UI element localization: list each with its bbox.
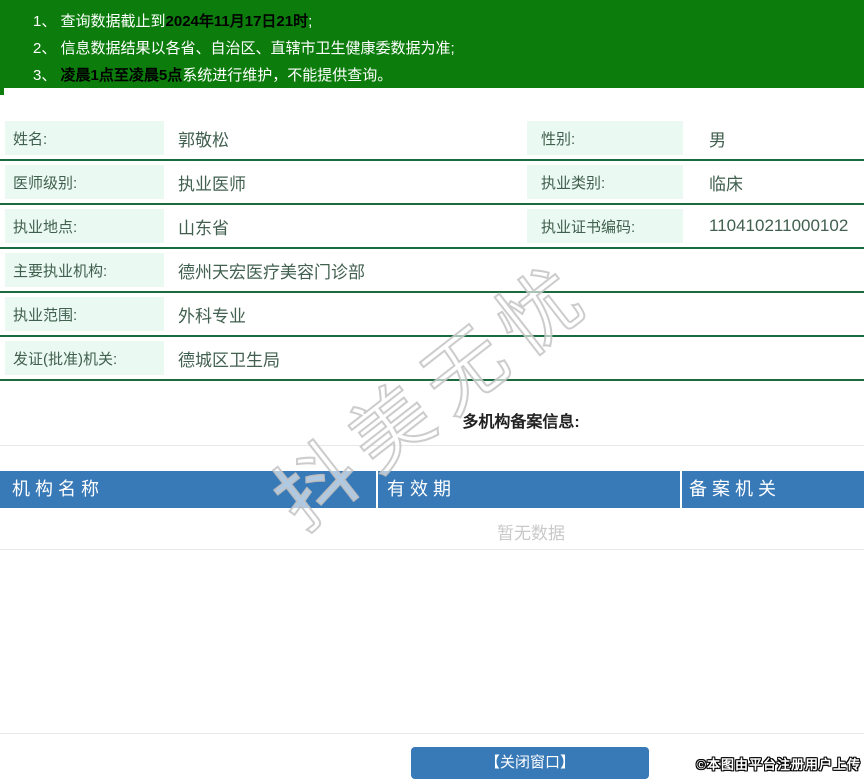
field-label-issuer: 发证(批准)机关: (5, 341, 164, 375)
banner-bold-segment: 凌晨1点至凌晨5点 (60, 67, 183, 84)
field-value-cert-number: 110410211000102 (709, 216, 849, 235)
field-label-scope: 执业范围: (5, 297, 164, 331)
banner-text-segment: 2、 信息数据结果以各省、自治区、直辖市卫生健康委数据为准; (33, 40, 455, 57)
field-value-gender: 男 (709, 130, 726, 150)
filing-col-institution: 机构名称 (0, 471, 376, 508)
close-window-button[interactable]: 【关闭窗口】 (411, 747, 649, 779)
field-label-level: 医师级别: (5, 165, 164, 199)
field-value-location: 山东省 (178, 218, 229, 238)
field-label-name: 姓名: (5, 121, 164, 155)
field-value-name: 郭敬松 (178, 130, 229, 150)
banner-text-segment: 1、 查询数据截止到 (33, 13, 166, 30)
info-row-issuer: 发证(批准)机关: 德城区卫生局 (0, 337, 864, 381)
banner-line-2: 2、 信息数据结果以各省、自治区、直辖市卫生健康委数据为准; (33, 35, 854, 62)
banner-text-segment: ; (308, 13, 313, 30)
field-label-category: 执业类别: (527, 165, 683, 199)
banner-line-1: 1、 查询数据截止到2024年11月17日21时; (33, 8, 854, 35)
banner-text-segment: 3、 (33, 67, 61, 84)
banner-notch (0, 88, 4, 95)
field-value-level: 执业医师 (178, 174, 246, 194)
info-row-location-cert: 执业地点: 山东省 执业证书编码: 110410211000102 (0, 205, 864, 249)
field-label-main-org: 主要执业机构: (5, 253, 164, 287)
banner-text-segment: 系统进行维护，不能提供查询。 (182, 67, 393, 84)
divider (0, 445, 864, 446)
field-value-scope: 外科专业 (178, 306, 246, 326)
divider (0, 733, 864, 734)
field-label-location: 执业地点: (5, 209, 164, 243)
filing-section-title: 多机构备案信息: (462, 414, 580, 431)
filing-col-validity: 有效期 (378, 471, 680, 508)
no-data-text: 暂无数据 (497, 524, 565, 543)
field-value-main-org: 德州天宏医疗美容门诊部 (178, 262, 365, 282)
field-label-gender: 性别: (527, 121, 683, 155)
banner-bold-segment: 2024年11月17日21时 (165, 13, 309, 30)
field-label-cert-number: 执业证书编码: (527, 209, 683, 243)
doctor-info-table: 姓名: 郭敬松 性别: 男 医师级别: 执业医师 执业类别: 临床 执业地点: … (0, 117, 864, 381)
info-row-scope: 执业范围: 外科专业 (0, 293, 864, 337)
info-row-name-gender: 姓名: 郭敬松 性别: 男 (0, 117, 864, 161)
banner-line-3: 3、 凌晨1点至凌晨5点系统进行维护，不能提供查询。 (33, 62, 854, 89)
filing-col-authority: 备案机关 (682, 471, 864, 508)
notice-banner: 1、 查询数据截止到2024年11月17日21时; 2、 信息数据结果以各省、自… (0, 0, 864, 88)
info-row-main-org: 主要执业机构: 德州天宏医疗美容门诊部 (0, 249, 864, 293)
info-row-level-category: 医师级别: 执业医师 执业类别: 临床 (0, 161, 864, 205)
upload-credit: ©本图由平台注册用户上传 (696, 757, 861, 772)
field-value-issuer: 德城区卫生局 (178, 350, 280, 370)
filing-table-header: 机构名称 有效期 备案机关 (0, 471, 864, 508)
field-value-category: 临床 (709, 174, 743, 194)
divider (0, 549, 864, 550)
